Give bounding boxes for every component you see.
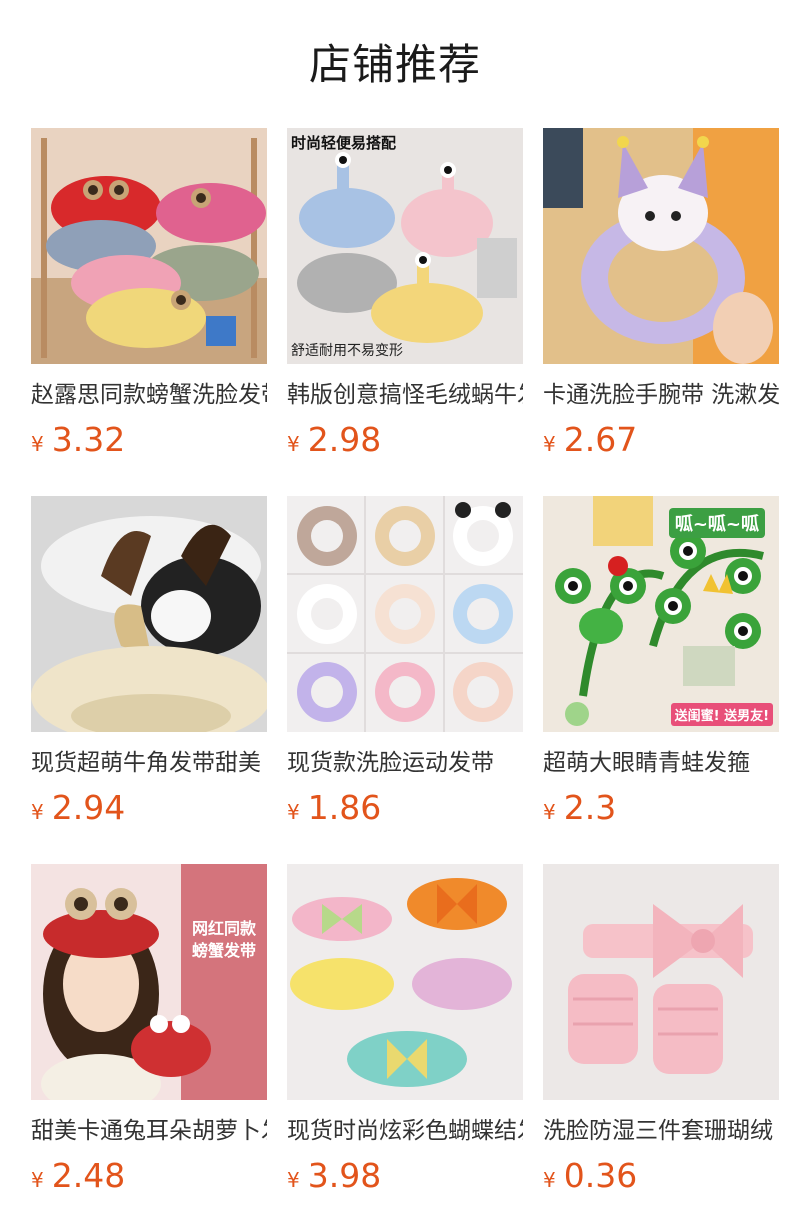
crab-headband-model-image (31, 864, 267, 1100)
price-amount: 2.67 (563, 420, 638, 459)
product-title: 现货超萌牛角发带甜美 (31, 750, 261, 776)
page-title: 店铺推荐 (308, 40, 481, 89)
image-caption-top: 时尚轻便易搭配 (291, 134, 397, 152)
currency-symbol: ¥ (31, 1168, 44, 1192)
product-price: ¥2.94 (31, 788, 267, 828)
product-image[interactable] (287, 864, 523, 1100)
product-image[interactable]: 时尚轻便易搭配 舒适耐用不易变形 (287, 128, 523, 364)
product-image[interactable]: 呱~呱~呱 送闺蜜! 送男友! (543, 496, 779, 732)
product-price: ¥1.86 (287, 788, 523, 828)
currency-symbol: ¥ (543, 1168, 556, 1192)
product-card[interactable]: 网红同款 螃蟹发带 甜美卡通兔耳朵胡萝卜发带 ¥2.48 (31, 864, 267, 1232)
price-amount: 0.36 (563, 1156, 638, 1195)
crab-headband-image (31, 128, 267, 364)
product-card[interactable]: 呱~呱~呱 送闺蜜! 送男友! 超萌大眼睛青蛙发箍 ¥2.3 (543, 496, 779, 864)
cow-horn-headband-image (31, 496, 267, 732)
product-card[interactable]: 现货超萌牛角发带甜美 ¥2.94 (31, 496, 267, 864)
product-image[interactable] (543, 864, 779, 1100)
bow-headband-image (287, 864, 523, 1100)
product-title: 韩版创意搞怪毛绒蜗牛发带 (287, 382, 523, 408)
product-price: ¥3.32 (31, 420, 267, 460)
product-title: 洗脸防湿三件套珊瑚绒 (543, 1118, 773, 1144)
product-title: 超萌大眼睛青蛙发箍 (543, 750, 750, 776)
product-card[interactable]: 赵露思同款螃蟹洗脸发带 ¥3.32 (31, 128, 267, 496)
product-card[interactable]: 洗脸防湿三件套珊瑚绒 ¥0.36 (543, 864, 779, 1232)
pink-three-piece-set-image (543, 864, 779, 1100)
product-price: ¥0.36 (543, 1156, 779, 1196)
currency-symbol: ¥ (287, 800, 300, 824)
product-title: 现货款洗脸运动发带 (287, 750, 494, 776)
currency-symbol: ¥ (543, 432, 556, 456)
price-amount: 1.86 (307, 788, 382, 827)
price-amount: 3.32 (51, 420, 126, 459)
image-caption-bottom: 舒适耐用不易变形 (291, 343, 403, 359)
image-promo-bottom: 送闺蜜! 送男友! (670, 703, 773, 726)
product-price: ¥3.98 (287, 1156, 523, 1196)
currency-symbol: ¥ (31, 432, 44, 456)
price-amount: 2.48 (51, 1156, 126, 1195)
kuromi-headband-image (543, 128, 779, 364)
currency-symbol: ¥ (287, 1168, 300, 1192)
product-card[interactable]: 现货款洗脸运动发带 ¥1.86 (287, 496, 523, 864)
product-image[interactable] (31, 128, 267, 364)
price-amount: 2.98 (307, 420, 382, 459)
product-card[interactable]: 时尚轻便易搭配 舒适耐用不易变形 韩版创意搞怪毛绒蜗牛发带 ¥2.98 (287, 128, 523, 496)
product-image[interactable]: 网红同款 螃蟹发带 (31, 864, 267, 1100)
price-amount: 2.3 (563, 788, 617, 827)
price-amount: 3.98 (307, 1156, 382, 1195)
product-price: ¥2.98 (287, 420, 523, 460)
product-image[interactable] (31, 496, 267, 732)
snail-headband-image (287, 128, 523, 364)
product-image[interactable] (287, 496, 523, 732)
product-title: 赵露思同款螃蟹洗脸发带 (31, 382, 267, 408)
product-card[interactable]: 现货时尚炫彩色蝴蝶结发带 ¥3.98 (287, 864, 523, 1232)
product-grid: 赵露思同款螃蟹洗脸发带 ¥3.32 时尚轻便易搭配 舒适耐用不易变形 韩版创意搞… (31, 128, 790, 1232)
currency-symbol: ¥ (31, 800, 44, 824)
product-price: ¥2.48 (31, 1156, 267, 1196)
image-promo-top: 呱~呱~呱 (668, 508, 765, 538)
product-image[interactable] (543, 128, 779, 364)
price-amount: 2.94 (51, 788, 126, 827)
assorted-headbands-image (287, 496, 523, 732)
product-title: 甜美卡通兔耳朵胡萝卜发带 (31, 1118, 267, 1144)
currency-symbol: ¥ (543, 800, 556, 824)
product-title: 卡通洗脸手腕带 洗漱发带 (543, 382, 779, 408)
product-price: ¥2.67 (543, 420, 779, 460)
currency-symbol: ¥ (287, 432, 300, 456)
product-title: 现货时尚炫彩色蝴蝶结发带 (287, 1118, 523, 1144)
image-promo-vertical: 网红同款 螃蟹发带 (191, 919, 256, 960)
product-card[interactable]: 卡通洗脸手腕带 洗漱发带 ¥2.67 (543, 128, 779, 496)
product-price: ¥2.3 (543, 788, 779, 828)
